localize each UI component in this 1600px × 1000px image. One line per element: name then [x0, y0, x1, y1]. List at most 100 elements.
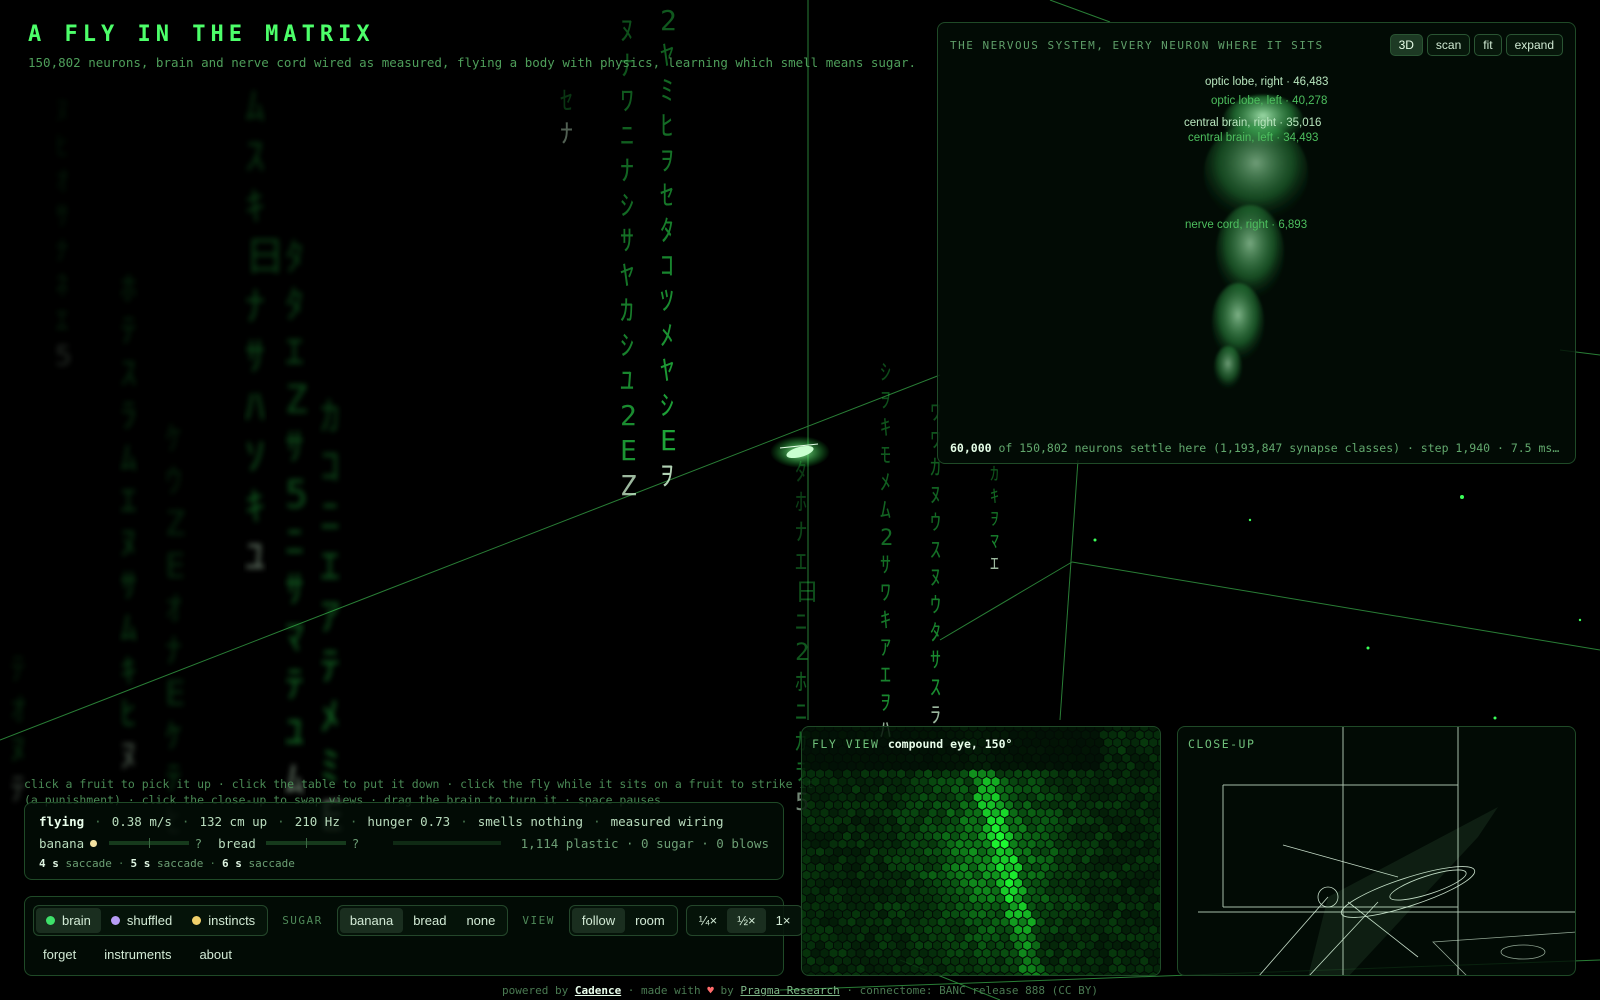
ommatidium — [865, 870, 874, 880]
ommatidium — [1153, 948, 1160, 958]
rain-glyph: ﾀ — [285, 235, 304, 279]
ommatidium — [1131, 816, 1140, 826]
ommatidium — [1158, 910, 1160, 918]
ommatidium — [1140, 878, 1149, 888]
ommatidium — [856, 761, 865, 771]
ommatidium — [865, 855, 874, 865]
ommatidium — [910, 777, 919, 787]
ommatidium — [1014, 753, 1023, 763]
sugar-none[interactable]: none — [456, 908, 505, 933]
ommatidium — [1036, 777, 1045, 787]
sugar-bread[interactable]: bread — [403, 908, 456, 933]
fly[interactable] — [770, 436, 830, 468]
view-room[interactable]: room — [625, 908, 675, 933]
ommatidium — [834, 956, 842, 966]
close-up-panel[interactable]: CLOSE-UP — [1177, 726, 1576, 976]
ommatidium — [1095, 784, 1104, 794]
ommatidium — [924, 956, 933, 966]
rain-glyph: ﾒ — [880, 471, 891, 496]
ommatidium — [852, 956, 860, 966]
ommatidium — [1009, 792, 1018, 802]
ommatidium — [1104, 972, 1113, 975]
ommatidium — [879, 878, 887, 888]
ommatidium — [1009, 855, 1018, 865]
ommatidium — [1144, 823, 1153, 833]
forget-button[interactable]: forget — [33, 942, 86, 967]
ommatidium — [825, 940, 833, 950]
ommatidium — [915, 816, 924, 826]
ommatidium — [1095, 878, 1104, 888]
pragma-research-link[interactable]: Pragma Research — [740, 984, 839, 997]
page-title: A FLY IN THE MATRIX — [28, 22, 375, 47]
ommatidium — [964, 823, 973, 833]
ommatidium — [1068, 972, 1077, 975]
ommatidium — [1032, 727, 1041, 732]
ommatidium — [1014, 956, 1023, 966]
ommatidium — [910, 808, 919, 818]
ommatidium — [1045, 777, 1054, 787]
ommatidium — [1113, 847, 1122, 857]
ommatidium — [874, 823, 883, 833]
ommatidium — [861, 784, 869, 794]
ommatidium — [1009, 886, 1018, 896]
speed-half[interactable]: ½× — [727, 907, 766, 933]
ommatidium — [906, 878, 915, 888]
ommatidium — [933, 769, 942, 779]
ommatidium — [1095, 940, 1104, 950]
ommatidium — [1032, 816, 1041, 826]
ommatidium — [874, 777, 883, 787]
ommatidium — [991, 761, 1000, 771]
brain-mode-shuffled[interactable]: shuffled — [101, 908, 182, 933]
ommatidium — [838, 839, 847, 849]
ommatidium — [1149, 847, 1158, 857]
ommatidium — [856, 839, 865, 849]
ommatidium — [1144, 870, 1153, 880]
speed-full[interactable]: 1× — [766, 908, 801, 933]
region-label: central brain, left · 34,493 — [1188, 132, 1319, 144]
ommatidium — [1113, 800, 1122, 810]
ommatidium — [838, 855, 847, 865]
ommatidium — [1081, 745, 1090, 755]
fly-view-panel[interactable]: FLY VIEW compound eye, 150° — [801, 726, 1161, 976]
ommatidium — [802, 808, 811, 818]
ommatidium — [883, 823, 892, 833]
ommatidium — [1099, 792, 1108, 802]
ommatidium — [901, 933, 910, 943]
ommatidium — [1117, 917, 1126, 927]
ommatidium — [847, 964, 856, 974]
ommatidium — [1086, 738, 1095, 748]
ommatidium — [1158, 817, 1160, 824]
about-button[interactable]: about — [189, 942, 242, 967]
rain-glyph: ﾋ — [55, 129, 69, 162]
ommatidium — [924, 940, 933, 950]
ommatidium — [1122, 862, 1131, 872]
rain-glyph: ｻ — [285, 568, 304, 612]
rain-glyph: ｷ — [120, 652, 137, 692]
ommatidium — [991, 870, 1000, 880]
view-follow[interactable]: follow — [571, 907, 626, 933]
ommatidium — [802, 839, 811, 849]
cadence-link[interactable]: Cadence — [575, 984, 621, 997]
speed-quarter[interactable]: ¼× — [689, 908, 727, 933]
brain-3d-button[interactable]: 3D — [1389, 34, 1423, 56]
brain-mode-brain[interactable]: brain — [36, 907, 101, 933]
brain-fit-button[interactable]: fit — [1474, 34, 1502, 56]
ommatidium — [820, 823, 829, 833]
brain-expand-button[interactable]: expand — [1505, 34, 1563, 56]
brain-scan-button[interactable]: scan — [1426, 34, 1471, 56]
ommatidium — [1122, 972, 1131, 975]
ommatidium — [1014, 940, 1023, 950]
speed-selector: ¼× ½× 1× — [685, 904, 804, 936]
ommatidium — [1072, 933, 1081, 943]
ommatidium — [951, 878, 960, 888]
instruments-button[interactable]: instruments — [94, 942, 181, 967]
ommatidium — [1117, 886, 1126, 896]
ommatidium — [825, 753, 833, 763]
sugar-banana[interactable]: banana — [339, 907, 404, 933]
ommatidium — [924, 784, 933, 794]
rain-glyph: ﾕ — [285, 710, 304, 754]
nervous-system-panel[interactable]: THE NERVOUS SYSTEM, EVERY NEURON WHERE I… — [937, 22, 1576, 464]
ommatidium — [825, 862, 833, 872]
brain-mode-instincts[interactable]: instincts — [182, 908, 265, 933]
smell-status: smells nothing — [477, 813, 584, 829]
